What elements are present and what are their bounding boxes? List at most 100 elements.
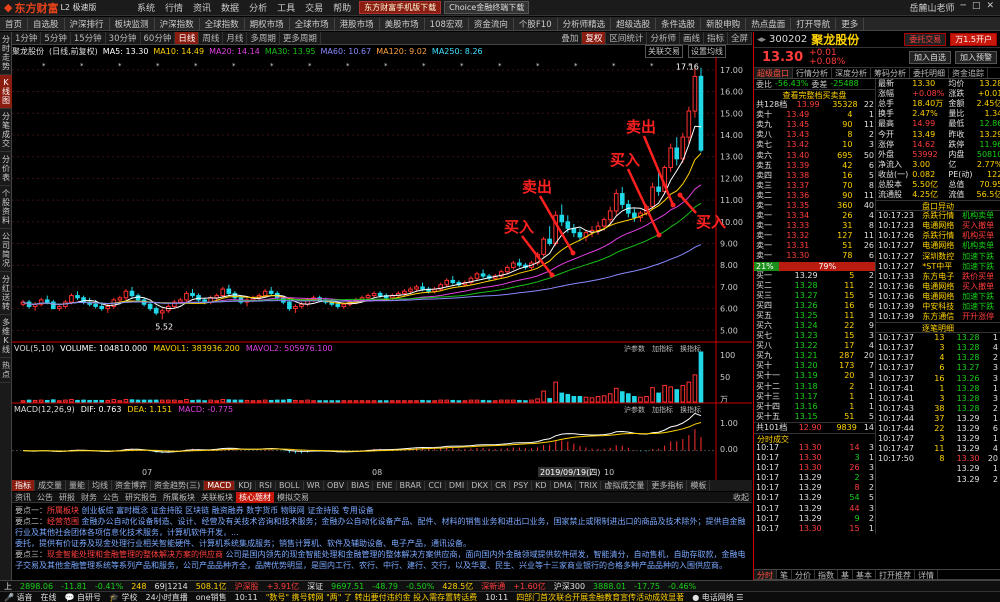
indicator-tab[interactable]: DMI (446, 481, 469, 490)
info-tab[interactable]: 公告 (34, 492, 56, 503)
indicator-tab[interactable]: MACD (204, 481, 236, 490)
nav-item[interactable]: 美股市场 (380, 17, 425, 30)
menu-item[interactable]: 行情 (160, 1, 188, 14)
ticker-item[interactable]: "数号" 携号转网 "两" 了 转出要付违约金 投入需存置转话费 (262, 592, 481, 602)
buy-level[interactable]: 买三 13.27 15 5 (754, 291, 876, 301)
sell-level[interactable]: 卖一 13.32 127 11 (754, 231, 876, 241)
period-tab[interactable]: 60分钟 (141, 32, 176, 44)
chart-tool[interactable]: 分析师 (647, 32, 680, 44)
kline-chart[interactable]: 17.0016.0015.0014.0013.0012.0011.0010.00… (12, 57, 752, 480)
buy-level[interactable]: 买十五 13.15 51 5 (754, 412, 876, 422)
sidebar-item[interactable]: 分笔成交 (0, 109, 12, 152)
nav-item[interactable]: 个股F10 (514, 17, 558, 30)
sidebar-item[interactable]: K线图 (0, 75, 12, 109)
buy-level[interactable]: 买一 13.29 5 2 (754, 271, 876, 281)
info-tab[interactable]: 资讯 (12, 492, 34, 503)
sidebar-item[interactable]: 多维K线 (0, 315, 12, 358)
buy-level[interactable]: 买九 13.21 287 20 (754, 351, 876, 361)
ticker-item[interactable]: one销售 (192, 592, 231, 602)
radar-row[interactable]: 10:17:23 电通网络 买入撤单 (876, 221, 1000, 231)
ticker-item[interactable]: 💬 自研号 (61, 592, 106, 602)
sidebar-item[interactable]: 分红送转 (0, 272, 12, 315)
indicator-tab[interactable]: CCI (425, 481, 446, 490)
quote-tab[interactable]: 深度分析 (832, 68, 871, 78)
nav-item[interactable]: 热点盘面 (746, 17, 792, 30)
indicator-tab[interactable]: KD (532, 481, 551, 490)
menu-item[interactable]: 工具 (272, 1, 300, 14)
indicator-tab[interactable]: DKX (468, 481, 493, 490)
buy-level[interactable]: 买四 13.26 16 6 (754, 301, 876, 311)
nav-item[interactable]: 港股市场 (335, 17, 380, 30)
nav-item[interactable]: 条件选股 (656, 17, 702, 30)
nav-item[interactable]: 板块监测 (110, 17, 155, 30)
quote-bottom-tab[interactable]: 基本 (853, 570, 876, 580)
info-tab[interactable]: 所属板块 (160, 492, 198, 503)
period-tab[interactable]: 周线 (199, 32, 224, 44)
ticker-item[interactable]: 在线 (37, 592, 61, 602)
buy-level[interactable]: 买十二 13.18 2 1 (754, 382, 876, 392)
sell-level[interactable]: 卖一 13.31 51 26 (754, 241, 876, 251)
radar-row[interactable]: 10:17:39 东方通信 开升涨停 (876, 312, 1000, 322)
quote-tab[interactable]: 委托明细 (910, 68, 949, 78)
menu-item[interactable]: 资讯 (188, 1, 216, 14)
indicator-tab[interactable]: 均线 (89, 480, 112, 491)
macd-panel-button[interactable]: 沪参数 (624, 405, 645, 414)
buy-level[interactable]: 买十四 13.16 1 1 (754, 402, 876, 412)
period-tab[interactable]: 更多周期 (280, 32, 321, 44)
indicator-tab[interactable]: 指标 (12, 480, 35, 491)
sell-level[interactable]: 卖七 13.42 10 3 (754, 140, 876, 150)
indicator-tab[interactable]: RSI (256, 481, 276, 490)
nav-item[interactable]: 打开导航 (791, 17, 837, 30)
period-tab[interactable]: 30分钟 (106, 32, 141, 44)
info-tab[interactable]: 研究报告 (122, 492, 160, 503)
add-watchlist-button[interactable]: 加入自选 (909, 51, 951, 64)
indicator-tab[interactable]: 更多指标 (648, 480, 688, 491)
chart-tool[interactable]: 指标 (704, 32, 728, 44)
nav-item[interactable]: 自选股 (28, 17, 65, 30)
indicator-tab[interactable]: WR (304, 481, 325, 490)
quote-bottom-tab[interactable]: 指数 (815, 570, 838, 580)
period-tab[interactable]: 5分钟 (41, 32, 71, 44)
chart-tool[interactable]: 复权 (582, 32, 607, 44)
indicator-tab[interactable]: BIAS (348, 481, 374, 490)
nav-item[interactable]: 首页 (0, 17, 29, 30)
indicator-tab[interactable]: CR (492, 481, 511, 490)
ticker-item[interactable]: 🎓 学校 (105, 592, 142, 602)
promo-choice-download[interactable]: Choice金融终端下载 (444, 1, 530, 14)
info-tab[interactable]: 公告 (100, 492, 122, 503)
add-alert-button[interactable]: 加入预警 (955, 51, 997, 64)
radar-row[interactable]: 10:17:26 杀跌行情 机构买单 (876, 231, 1000, 241)
topic-title[interactable]: 经营范围 (47, 517, 79, 526)
macd-panel-button[interactable]: 换指标 (680, 405, 701, 414)
buy-level[interactable]: 买十 13.20 173 7 (754, 361, 876, 371)
quote-bottom-tab[interactable]: 打开推荐 (876, 570, 915, 580)
indicator-tab[interactable]: DMA (551, 481, 577, 490)
quote-bottom-tab[interactable]: 分时 (754, 570, 777, 580)
buy-level[interactable]: 买八 13.22 17 4 (754, 341, 876, 351)
volume-panel-button[interactable]: 沪参数 (624, 344, 645, 353)
sell-level[interactable]: 卖一 13.35 360 40 (754, 201, 876, 211)
buy-level[interactable]: 买十一 13.19 20 3 (754, 371, 876, 381)
full-book-link[interactable]: 查看完整档买卖盘 (754, 89, 875, 100)
sell-level[interactable]: 卖五 13.39 42 6 (754, 161, 876, 171)
nav-item[interactable]: 全球指数 (200, 17, 245, 30)
period-tab[interactable]: 15分钟 (71, 32, 106, 44)
sell-level[interactable]: 卖三 13.37 70 8 (754, 181, 876, 191)
indicator-tab[interactable]: TRIX (576, 481, 602, 490)
radar-row[interactable]: 10:17:27 *ST中平 加速下跌 (876, 262, 1000, 272)
sell-level[interactable]: 卖一 13.33 31 8 (754, 221, 876, 231)
volume-panel-button[interactable]: 换指标 (680, 344, 701, 353)
indicator-tab[interactable]: 模板 (687, 480, 711, 491)
ticker-item[interactable]: ● 电话网络 ☰ (688, 592, 747, 602)
sidebar-item[interactable]: 热点 (0, 358, 12, 383)
buy-level[interactable]: 买五 13.25 11 3 (754, 311, 876, 321)
buy-level[interactable]: 买七 13.23 15 3 (754, 331, 876, 341)
quote-bottom-tab[interactable]: 详情 (915, 570, 938, 580)
radar-row[interactable]: 10:17:39 中安科技 加速下跌 (876, 302, 1000, 312)
sell-level[interactable]: 卖八 13.43 8 2 (754, 130, 876, 140)
sidebar-item[interactable]: 分价表 (0, 152, 12, 186)
indicator-tab[interactable]: PSY (510, 481, 533, 490)
chart-tool[interactable]: 画线 (680, 32, 704, 44)
sell-level[interactable]: 卖十 13.49 4 1 (754, 110, 876, 120)
nav-item[interactable]: 资金流向 (469, 17, 514, 30)
